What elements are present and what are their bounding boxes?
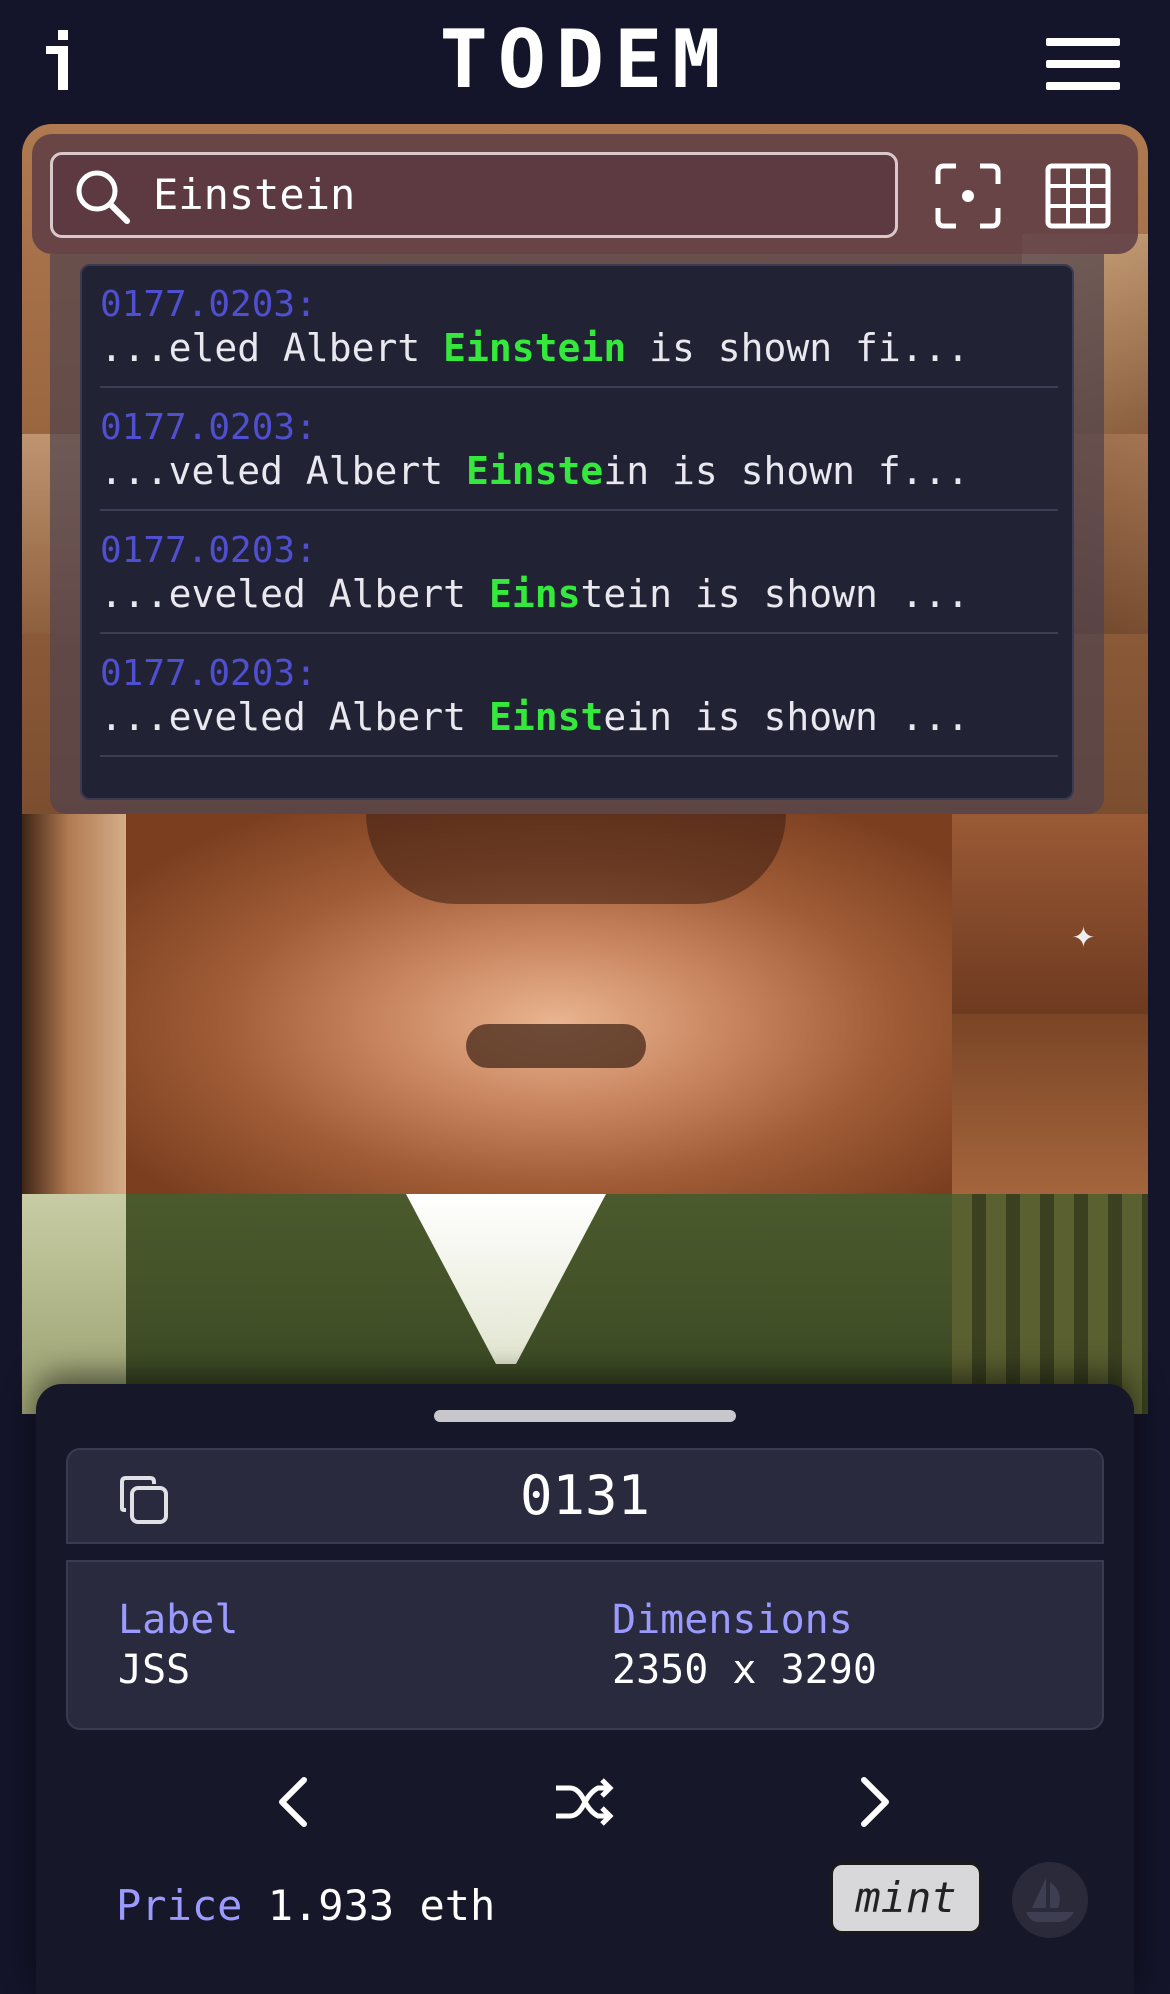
snippet-match: Eins <box>488 572 581 616</box>
shirt-collar <box>406 1194 606 1364</box>
opensea-button[interactable] <box>1012 1862 1088 1938</box>
price-key: Price <box>116 1881 243 1930</box>
chevron-left-icon <box>279 1777 307 1827</box>
menu-icon-bar <box>1046 60 1120 68</box>
dimensions-value: 2350 x 3290 <box>612 1647 877 1693</box>
shuffle-button[interactable] <box>548 1770 620 1834</box>
collage-tile-main[interactable] <box>126 814 952 1194</box>
label-key: Label <box>118 1597 239 1643</box>
info-button[interactable] <box>44 22 94 98</box>
collage-tile[interactable]: ✦ <box>952 814 1148 1014</box>
result-snippet: ...eveled Albert Einstein is shown ... <box>100 695 969 739</box>
label-value: JSS <box>118 1647 191 1693</box>
hamburger-menu-icon <box>1046 38 1120 46</box>
collage-tile[interactable] <box>952 1194 1148 1414</box>
portrait-hair <box>366 814 786 904</box>
shuffle-icon <box>556 1778 614 1826</box>
token-id: 0131 <box>519 1464 651 1527</box>
dimensions-key: Dimensions <box>612 1597 853 1643</box>
snippet-after: tein is shown ... <box>580 572 970 616</box>
snippet-match: Einste <box>466 449 604 493</box>
search-input[interactable] <box>153 155 873 235</box>
top-bar <box>0 0 1170 122</box>
snippet-after: ein is shown ... <box>603 695 970 739</box>
metadata-card: Label JSS Dimensions 2350 x 3290 <box>66 1560 1104 1730</box>
result-id: 0177.0203: <box>100 407 317 448</box>
search-icon <box>76 170 130 224</box>
snippet-before: ...eveled Albert <box>100 695 489 739</box>
collage-tile[interactable] <box>126 1194 952 1414</box>
result-id: 0177.0203: <box>100 284 317 325</box>
mint-button[interactable]: mint <box>830 1862 982 1934</box>
star-emblem: ✦ <box>1072 912 1095 956</box>
price-value: 1.933 eth <box>267 1881 496 1930</box>
info-icon <box>46 30 68 90</box>
search-results-list: 0177.0203: ...eled Albert Einstein is sh… <box>80 264 1074 800</box>
collage-tile[interactable] <box>22 814 126 1194</box>
collage-tile[interactable] <box>952 1014 1148 1194</box>
chevron-right-icon <box>861 1777 889 1827</box>
search-result-item[interactable]: 0177.0203: ...eveled Albert Einstein is … <box>100 635 1058 757</box>
grid-view-button[interactable] <box>1042 160 1114 232</box>
grid-icon <box>1045 163 1111 229</box>
copy-icon <box>120 1476 168 1524</box>
snippet-after: in is shown f... <box>603 449 970 493</box>
result-snippet: ...veled Albert Einstein is shown f... <box>100 449 969 493</box>
token-id-card: 0131 <box>66 1448 1104 1544</box>
snippet-before: ...eveled Albert <box>100 572 489 616</box>
previous-button[interactable] <box>258 1770 330 1834</box>
search-box[interactable] <box>50 152 898 238</box>
snippet-after: is shown fi... <box>626 326 970 370</box>
menu-button[interactable] <box>1040 32 1120 96</box>
collage-tile[interactable] <box>22 1194 126 1414</box>
focus-scan-icon <box>935 163 1001 229</box>
snippet-before: ...eled Albert <box>100 326 444 370</box>
result-id: 0177.0203: <box>100 653 317 694</box>
scan-button[interactable] <box>932 160 1004 232</box>
result-id: 0177.0203: <box>100 530 317 571</box>
search-result-item[interactable]: 0177.0203: ...eveled Albert Einstein is … <box>100 512 1058 634</box>
next-button[interactable] <box>838 1770 910 1834</box>
sheet-drag-handle[interactable] <box>434 1410 736 1422</box>
result-snippet: ...eled Albert Einstein is shown fi... <box>100 326 969 370</box>
snippet-match: Einst <box>488 695 604 739</box>
snippet-match: Einstein <box>443 326 627 370</box>
snippet-before: ...veled Albert <box>100 449 467 493</box>
search-result-item[interactable]: 0177.0203: ...eled Albert Einstein is sh… <box>100 266 1058 388</box>
portrait-mustache <box>466 1024 646 1068</box>
result-snippet: ...eveled Albert Einstein is shown ... <box>100 572 969 616</box>
opensea-ship-icon <box>1026 1878 1074 1922</box>
search-result-item[interactable]: 0177.0203: ...veled Albert Einstein is s… <box>100 389 1058 511</box>
price-row: Price 1.933 eth <box>116 1880 495 1932</box>
copy-button[interactable] <box>118 1474 170 1526</box>
menu-icon-bar <box>1046 82 1120 90</box>
